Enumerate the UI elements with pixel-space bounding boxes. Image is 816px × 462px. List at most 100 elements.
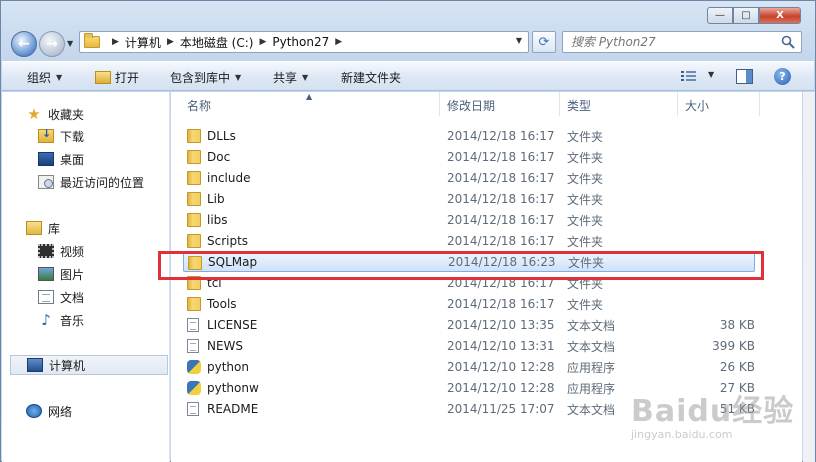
file-row[interactable]: DLLs 2014/12/18 16:17 文件夹 (183, 126, 755, 146)
file-name: LICENSE (207, 318, 258, 332)
text-file-icon (187, 318, 199, 332)
file-name: include (207, 171, 251, 185)
help-icon[interactable]: ? (774, 68, 791, 85)
text-file-icon (187, 339, 199, 353)
file-type: 文件夹 (567, 234, 604, 249)
file-type: 应用程序 (567, 381, 616, 396)
organize-button[interactable]: 组织 ▼ (27, 69, 62, 86)
forward-button[interactable]: → (39, 31, 65, 57)
share-button[interactable]: 共享 ▼ (273, 69, 308, 86)
maximize-button[interactable]: □ (733, 7, 759, 24)
dropdown-arrow-icon: ▼ (56, 73, 63, 82)
folder-icon (187, 213, 201, 227)
close-button[interactable]: X (759, 7, 801, 24)
file-date-modified: 2014/12/10 13:35 (447, 318, 555, 332)
new-folder-button[interactable]: 新建文件夹 (341, 69, 401, 86)
file-row[interactable]: python 2014/12/10 12:28 应用程序 26 KB (183, 357, 755, 377)
share-label: 共享 (273, 71, 298, 85)
file-row[interactable]: Doc 2014/12/18 16:17 文件夹 (183, 147, 755, 167)
folder-icon (187, 171, 201, 185)
file-type: 文件夹 (567, 276, 604, 291)
column-divider[interactable] (559, 92, 560, 116)
desktop-icon (38, 152, 54, 166)
include-in-library-button[interactable]: 包含到库中 ▼ (170, 69, 241, 86)
file-row[interactable]: NEWS 2014/12/10 13:31 文本文档 399 KB (183, 336, 755, 356)
column-type[interactable]: 类型 (567, 97, 591, 114)
file-row[interactable]: tcl 2014/12/18 16:17 文件夹 (183, 273, 755, 293)
nav-libraries[interactable]: 库 (26, 218, 192, 238)
breadcrumb-python27[interactable]: Python27 (272, 35, 329, 49)
column-name[interactable]: 名称 (187, 97, 211, 114)
explorer-window: — □ X ← → ▼ ▶ 计算机 ▶ 本地磁盘 (C:) ▶ Python27… (0, 0, 816, 462)
search-box[interactable] (562, 31, 802, 53)
column-divider[interactable] (439, 92, 440, 116)
include-label: 包含到库中 (170, 71, 231, 85)
file-date-modified: 2014/11/25 17:07 (447, 402, 555, 416)
address-bar[interactable]: ▶ 计算机 ▶ 本地磁盘 (C:) ▶ Python27 ▶ ▼ (79, 31, 529, 53)
column-header-row: ▲ 名称 修改日期 类型 大小 (171, 92, 802, 118)
address-dropdown-icon[interactable]: ▼ (516, 36, 522, 45)
library-icon (26, 221, 42, 235)
file-type: 文本文档 (567, 402, 616, 417)
file-name: tcl (207, 276, 222, 290)
refresh-icon: ⟳ (538, 34, 550, 50)
file-date-modified: 2014/12/18 16:17 (447, 234, 555, 248)
file-name: pythonw (207, 381, 259, 395)
chevron-right-icon[interactable]: ▶ (167, 37, 174, 47)
view-options-icon[interactable] (681, 70, 697, 83)
breadcrumb-local-disk[interactable]: 本地磁盘 (C:) (180, 34, 254, 51)
column-date-modified[interactable]: 修改日期 (447, 97, 495, 114)
column-divider[interactable] (759, 92, 760, 116)
nav-downloads-label: 下载 (60, 129, 85, 144)
nav-computer[interactable]: 计算机 (10, 355, 168, 375)
file-type: 文本文档 (567, 318, 616, 333)
open-button[interactable]: 打开 (95, 69, 139, 86)
nav-network[interactable]: 网络 (26, 401, 192, 421)
refresh-button[interactable]: ⟳ (532, 31, 556, 53)
music-note-icon: ♪ (41, 311, 51, 329)
open-label: 打开 (115, 71, 140, 85)
file-type: 文件夹 (567, 192, 604, 207)
file-row[interactable]: Lib 2014/12/18 16:17 文件夹 (183, 189, 755, 209)
nav-network-label: 网络 (48, 404, 73, 419)
back-button[interactable]: ← (11, 31, 37, 57)
nav-pictures-label: 图片 (60, 267, 85, 282)
file-type: 文本文档 (567, 339, 616, 354)
column-size[interactable]: 大小 (685, 97, 709, 114)
pictures-icon (38, 267, 54, 281)
folder-icon (187, 234, 201, 248)
file-row[interactable]: include 2014/12/18 16:17 文件夹 (183, 168, 755, 188)
file-row[interactable]: SQLMap 2014/12/18 16:23 文件夹 (183, 252, 755, 272)
minimize-button[interactable]: — (707, 7, 733, 24)
dropdown-arrow-icon: ▼ (235, 73, 242, 82)
file-row[interactable]: LICENSE 2014/12/10 13:35 文本文档 38 KB (183, 315, 755, 335)
nav-videos-label: 视频 (60, 244, 85, 259)
video-icon (38, 244, 54, 258)
nav-music-label: 音乐 (60, 313, 85, 328)
search-icon[interactable] (781, 35, 795, 49)
file-date-modified: 2014/12/18 16:17 (447, 171, 555, 185)
recent-places-icon (38, 175, 54, 189)
folder-icon (187, 297, 201, 311)
file-row[interactable]: libs 2014/12/18 16:17 文件夹 (183, 210, 755, 230)
search-input[interactable] (571, 35, 771, 49)
folder-icon (188, 256, 202, 270)
view-dropdown-icon[interactable]: ▼ (708, 70, 714, 79)
file-row[interactable]: Tools 2014/12/18 16:17 文件夹 (183, 294, 755, 314)
nav-computer-label: 计算机 (49, 358, 86, 373)
recent-pages-dropdown-icon[interactable]: ▼ (67, 39, 73, 48)
breadcrumb: ▶ 计算机 ▶ 本地磁盘 (C:) ▶ Python27 ▶ (106, 34, 348, 51)
file-row[interactable]: Scripts 2014/12/18 16:17 文件夹 (183, 231, 755, 251)
preview-pane-icon[interactable] (736, 69, 753, 84)
chevron-right-icon[interactable]: ▶ (335, 37, 342, 47)
column-divider[interactable] (677, 92, 678, 116)
chevron-right-icon[interactable]: ▶ (112, 37, 119, 47)
file-type: 文件夹 (567, 171, 604, 186)
file-date-modified: 2014/12/18 16:17 (447, 276, 555, 290)
nav-favorites[interactable]: ★ 收藏夹 (26, 104, 192, 124)
chevron-right-icon[interactable]: ▶ (259, 37, 266, 47)
navigation-pane: ★ 收藏夹 下载 桌面 最近访问的位置 库 视频 图片 文档 (2, 92, 170, 462)
breadcrumb-computer[interactable]: 计算机 (125, 34, 161, 51)
file-type: 文件夹 (568, 255, 605, 270)
command-bar: 组织 ▼ 打开 包含到库中 ▼ 共享 ▼ 新建文件夹 ▼ ? (2, 61, 814, 91)
